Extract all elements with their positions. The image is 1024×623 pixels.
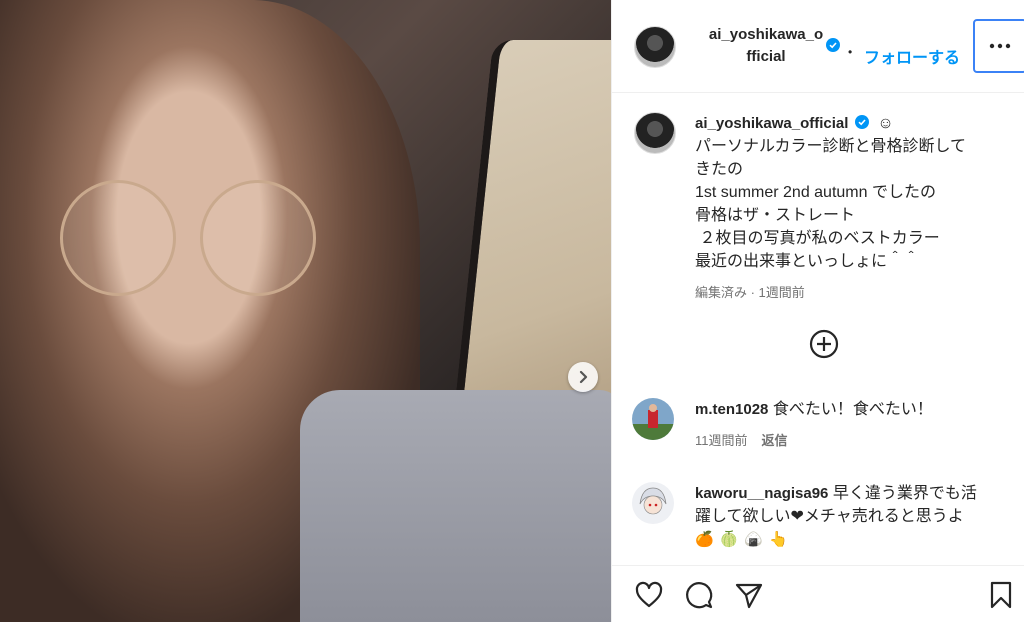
next-photo-button[interactable]	[568, 362, 598, 392]
author-username[interactable]: ai_yoshikawa_o fficial	[696, 24, 836, 68]
comment-time: 11週間前	[695, 433, 748, 448]
follow-button[interactable]: フォローする	[864, 44, 960, 68]
post-header: ai_yoshikawa_o fficial • フォローする	[612, 0, 1024, 93]
verified-badge-icon	[854, 115, 869, 130]
reply-button[interactable]: 返信	[762, 433, 788, 448]
comment-username[interactable]: kaworu__nagisa96	[695, 485, 828, 502]
caption-line: ２枚目の写真が私のベストカラー	[695, 230, 940, 247]
caption-avatar[interactable]	[634, 112, 676, 154]
next-arrow-icon	[579, 370, 588, 384]
caption-line: パーソナルカラー診断と骨格診断して	[695, 138, 967, 155]
commenter-avatar[interactable]	[632, 482, 674, 524]
more-options-icon	[989, 43, 1011, 49]
comment-emojis: 🍊🍈🍙👆	[695, 531, 794, 548]
save-icon[interactable]	[986, 580, 1016, 610]
more-options-button[interactable]	[973, 19, 1024, 73]
comment-text: 早く違う業界でも活	[832, 485, 977, 502]
username-line-2: fficial	[746, 48, 786, 65]
caption-emoji: ☺	[877, 115, 894, 132]
caption-line: 最近の出来事といっしょに＾＾	[695, 253, 920, 270]
glasses	[40, 170, 320, 296]
share-icon[interactable]	[734, 580, 764, 610]
verified-badge-icon	[826, 38, 840, 52]
caption-username[interactable]: ai_yoshikawa_official	[695, 115, 848, 132]
post-side-panel: ai_yoshikawa_o fficial • フォローする ai_yoshi…	[611, 0, 1024, 622]
comment-item: m.ten1028 食べたい！食べたい！ 11週間前 返信	[632, 398, 1012, 458]
author-avatar[interactable]	[634, 26, 676, 68]
comment-item: kaworu__nagisa96 早く違う業界でも活 躍して欲しい❤︎メチャ売れ…	[632, 482, 1012, 562]
comment-icon[interactable]	[684, 580, 714, 610]
comment-text: 躍して欲しい❤︎メチャ売れると思うよ	[695, 508, 964, 525]
commenter-avatar[interactable]	[632, 398, 674, 440]
username-line-1: ai_yoshikawa_o	[708, 26, 824, 43]
comment-username[interactable]: m.ten1028	[695, 401, 768, 418]
caption-block: ai_yoshikawa_official ☺ パーソナルカラー診断と骨格診断し…	[695, 112, 995, 304]
post-photo[interactable]	[0, 0, 611, 622]
post-action-bar	[612, 565, 1024, 623]
jacket	[300, 390, 611, 622]
caption-line: 1st summer 2nd autumn でしたの	[695, 184, 936, 201]
caption-line: 骨格はザ・ストレート	[695, 207, 856, 224]
like-icon[interactable]	[634, 580, 664, 610]
caption-meta: 編集済み · 1週間前	[695, 285, 805, 300]
comment-text: 食べたい！食べたい！	[772, 401, 933, 418]
add-comment-icon[interactable]	[809, 329, 839, 359]
caption-line: きたの	[695, 161, 744, 178]
separator-dot: •	[848, 45, 853, 59]
